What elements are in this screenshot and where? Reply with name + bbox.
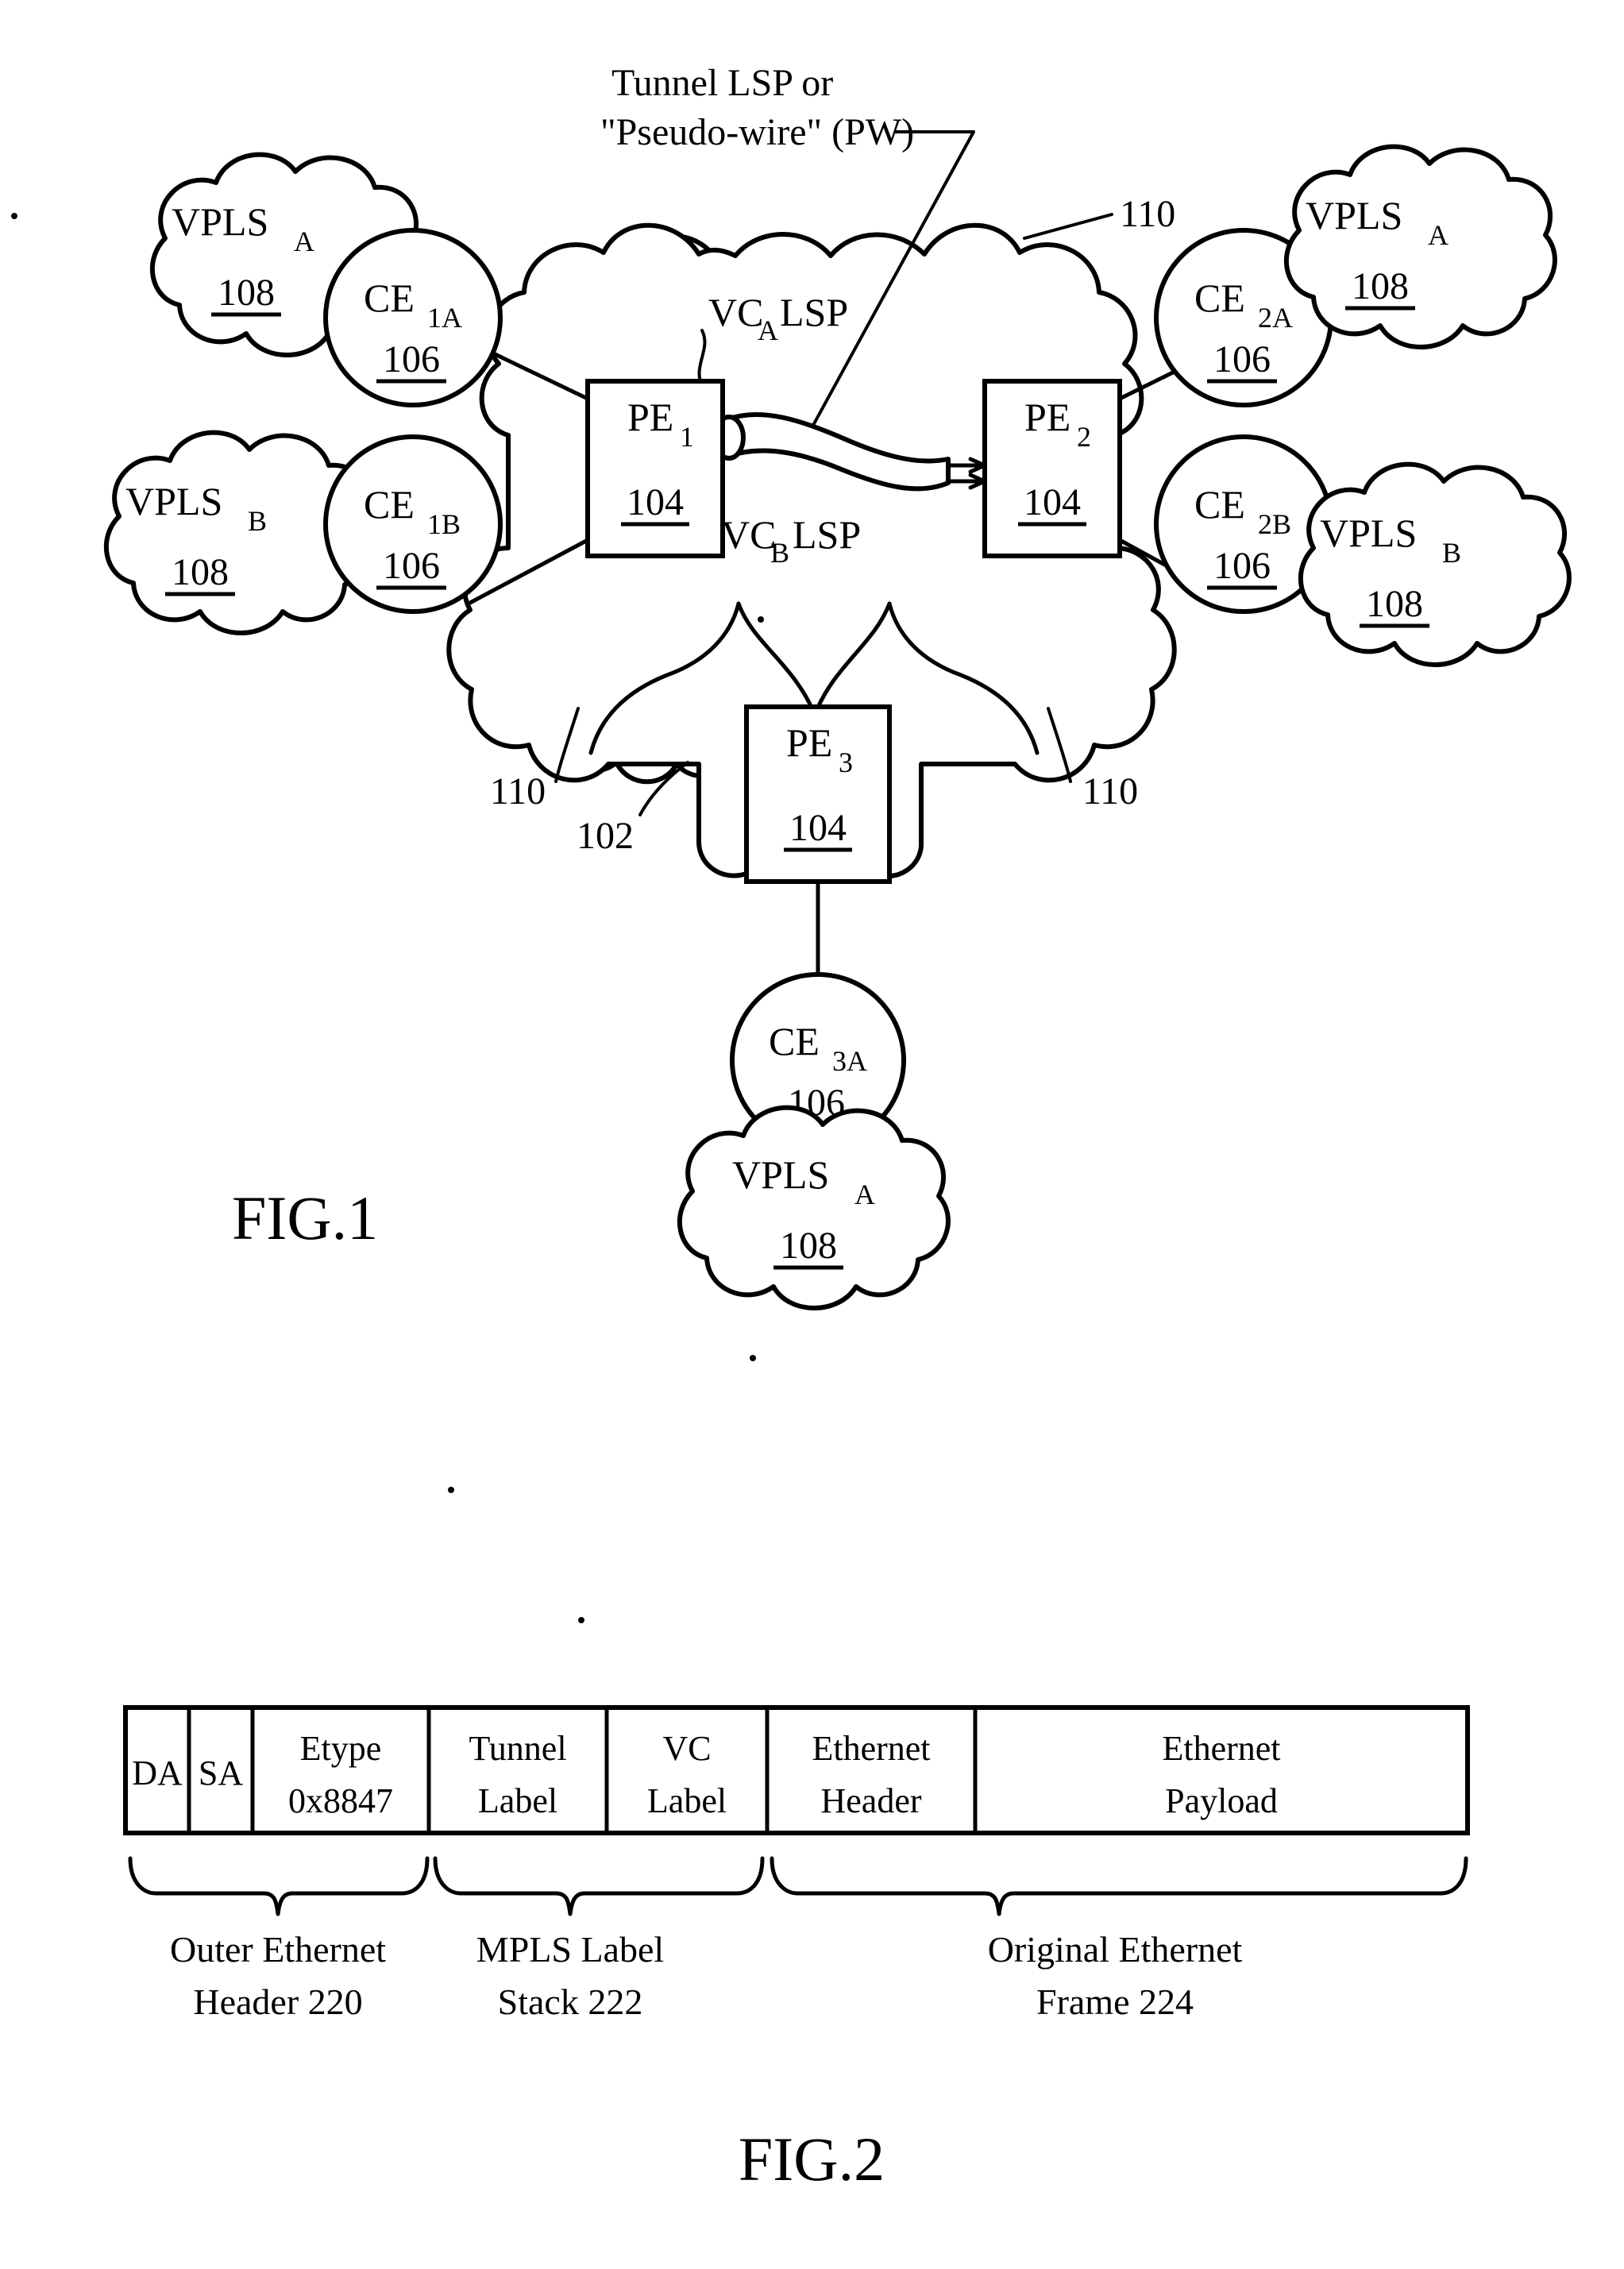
pe1-subscript: 1 (680, 421, 694, 453)
figure-1-title: FIG.1 (232, 1183, 378, 1252)
ref-102: 102 (577, 815, 634, 857)
pe3-ref: 104 (789, 807, 847, 849)
vpls-b-left-subscript: B (248, 505, 267, 537)
scan-artifact-dot-lower (578, 1617, 584, 1623)
scan-artifact-dot-mid (448, 1487, 454, 1493)
vpls-a-bottom-label: VPLS (732, 1152, 829, 1197)
cell-vc-line2: Label (647, 1781, 727, 1820)
figure-2-title: FIG.2 (739, 2124, 885, 2194)
pe2-ref: 104 (1024, 481, 1081, 523)
svg-text:A: A (758, 314, 778, 346)
cell-vc-line1: VC (662, 1729, 711, 1768)
pe1-node[interactable]: PE 1 104 (585, 379, 725, 558)
vpls-a-right-subscript: A (1428, 219, 1448, 251)
group-original-frame-line1: Original Ethernet (988, 1929, 1243, 1970)
brace-original-ethernet-frame (770, 1856, 1468, 1916)
leader-110-top-right (1023, 213, 1113, 240)
vpls-b-left-ref: 108 (172, 551, 229, 593)
pe2-subscript: 2 (1077, 421, 1091, 453)
cell-eth-payload-line2: Payload (1165, 1781, 1278, 1820)
ce1b-ref: 106 (383, 545, 440, 587)
cell-etype-line2: 0x8847 (288, 1781, 393, 1820)
vpls-a-left-subscript: A (294, 226, 314, 257)
ce3a-subscript: 3A (832, 1045, 867, 1077)
vpls-b-right-subscript: B (1442, 537, 1461, 569)
ce2b-ref: 106 (1213, 545, 1271, 587)
vpls-b-right-label: VPLS (1320, 511, 1417, 555)
ref-110-bottom-left: 110 (490, 770, 546, 812)
group-outer-ethernet-line2: Header 220 (193, 1982, 362, 2022)
vpls-b-left-label: VPLS (125, 479, 222, 523)
ce2a-subscript: 2A (1258, 302, 1293, 334)
figure-2: DA SA Etype 0x8847 Tunnel Label VC Label… (123, 1355, 1470, 2194)
cell-eth-header-line2: Header (820, 1781, 921, 1820)
ce3a-label: CE (769, 1019, 820, 1063)
pe1-label: PE (627, 395, 673, 439)
ce2b-subscript: 2B (1258, 508, 1291, 540)
ce2a-label: CE (1194, 276, 1245, 320)
cell-da-line1: DA (132, 1754, 183, 1792)
vpls-a-bottom-subscript: A (854, 1179, 875, 1210)
ce1a-node[interactable]: CE 1A 106 (323, 228, 503, 407)
patent-page: 110 110 102 110 Tunnel LSP or "Pseudo-wi… (0, 0, 1624, 2269)
ce1b-subscript: 1B (427, 508, 461, 540)
vpls-b-cloud-right: VPLS B 108 (1298, 461, 1572, 667)
cell-sa-line1: SA (199, 1754, 243, 1792)
vpls-a-cloud-right: VPLS A 108 (1283, 144, 1557, 349)
vpls-a-cloud-bottom: VPLS A 108 (677, 1105, 951, 1310)
scan-artifact-dot-left (11, 213, 17, 219)
ref-110-bottom-right: 110 (1082, 770, 1138, 812)
svg-text:VC: VC (721, 512, 776, 557)
pe3-subscript: 3 (839, 747, 853, 778)
group-original-frame-line2: Frame 224 (1036, 1982, 1194, 2022)
group-mpls-label-line1: MPLS Label (476, 1929, 664, 1970)
svg-text:LSP: LSP (780, 290, 848, 334)
scan-artifact-dot-center (758, 616, 764, 623)
vpls-a-right-label: VPLS (1306, 193, 1402, 237)
figure-1: 110 110 102 110 Tunnel LSP or "Pseudo-wi… (11, 62, 1572, 1310)
ce1a-subscript: 1A (427, 302, 462, 334)
cell-etype-line1: Etype (300, 1729, 382, 1768)
callout-tunnel-line2: "Pseudo-wire" (PW) (600, 111, 914, 153)
brace-outer-ethernet-header (128, 1856, 430, 1916)
pe1-ref: 104 (627, 481, 684, 523)
vpls-a-right-ref: 108 (1352, 265, 1409, 307)
vpls-a-bottom-ref: 108 (780, 1225, 837, 1267)
ce1a-label: CE (364, 276, 415, 320)
pe3-node[interactable]: PE 3 104 (744, 704, 892, 884)
ce1b-label: CE (364, 482, 415, 527)
pe2-label: PE (1024, 395, 1070, 439)
packet-format-table: DA SA Etype 0x8847 Tunnel Label VC Label… (123, 1705, 1470, 1835)
ce1b-node[interactable]: CE 1B 106 (323, 434, 503, 614)
svg-text:B: B (770, 537, 789, 569)
cell-eth-header-line1: Ethernet (812, 1729, 930, 1768)
ce2b-label: CE (1194, 482, 1245, 527)
ce2a-ref: 106 (1213, 338, 1271, 380)
pe3-label: PE (786, 720, 832, 765)
cell-tunnel-line1: Tunnel (469, 1729, 566, 1768)
pe2-node[interactable]: PE 2 104 (982, 379, 1122, 558)
group-mpls-label-line2: Stack 222 (498, 1982, 643, 2022)
ref-110-top-right: 110 (1120, 193, 1175, 235)
scan-artifact-dot-upper (750, 1355, 756, 1361)
group-outer-ethernet-line1: Outer Ethernet (170, 1929, 386, 1970)
svg-text:LSP: LSP (793, 512, 861, 557)
cell-eth-payload-line1: Ethernet (1162, 1729, 1280, 1768)
ce1a-ref: 106 (383, 338, 440, 380)
brace-mpls-label-stack (433, 1856, 765, 1916)
callout-tunnel-line1: Tunnel LSP or (611, 62, 833, 104)
svg-text:VC: VC (708, 290, 763, 334)
vpls-a-left-label: VPLS (172, 199, 268, 244)
vpls-a-left-ref: 108 (218, 272, 275, 314)
cell-tunnel-line2: Label (478, 1781, 557, 1820)
vpls-b-right-ref: 108 (1366, 583, 1423, 625)
